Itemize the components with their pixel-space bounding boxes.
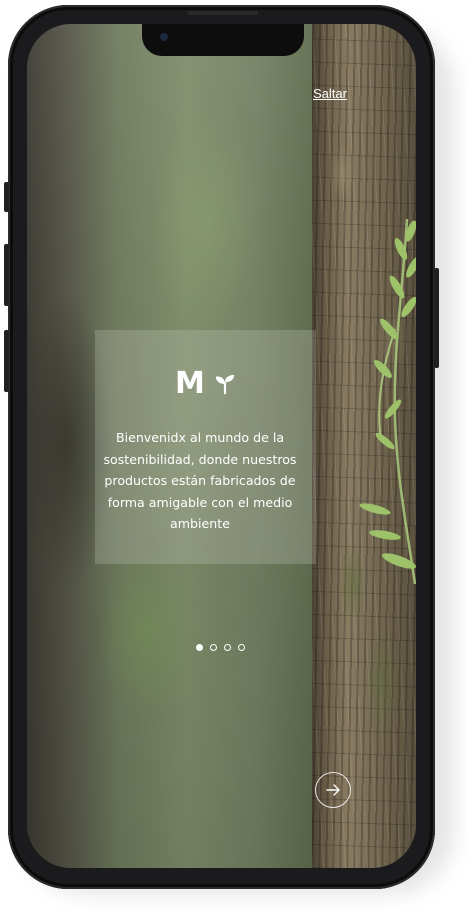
earpiece-speaker (188, 11, 258, 15)
app-stage: M Bienvenidx al mundo de la sostenibilid… (0, 0, 467, 914)
page-dot-1[interactable] (196, 644, 203, 651)
screen: M Bienvenidx al mundo de la sostenibilid… (27, 24, 416, 868)
arrow-right-icon (326, 784, 340, 796)
brand-letter: M (175, 366, 205, 401)
sprout-icon (215, 374, 235, 394)
page-indicator (196, 644, 245, 651)
volume-down-button (4, 330, 9, 392)
front-camera (160, 33, 168, 41)
next-button[interactable] (315, 772, 351, 808)
volume-up-button (4, 244, 9, 306)
welcome-message: Bienvenidx al mundo de la sostenibilidad… (103, 430, 297, 531)
page-dot-4[interactable] (238, 644, 245, 651)
page-dot-2[interactable] (210, 644, 217, 651)
sprout-plant-image (359, 218, 416, 585)
skip-link[interactable]: Saltar (313, 86, 347, 101)
brand-logo: M (95, 366, 316, 401)
page-dot-3[interactable] (224, 644, 231, 651)
power-button (434, 268, 439, 368)
welcome-card: M Bienvenidx al mundo de la sostenibilid… (95, 330, 316, 564)
mute-switch (4, 182, 9, 212)
